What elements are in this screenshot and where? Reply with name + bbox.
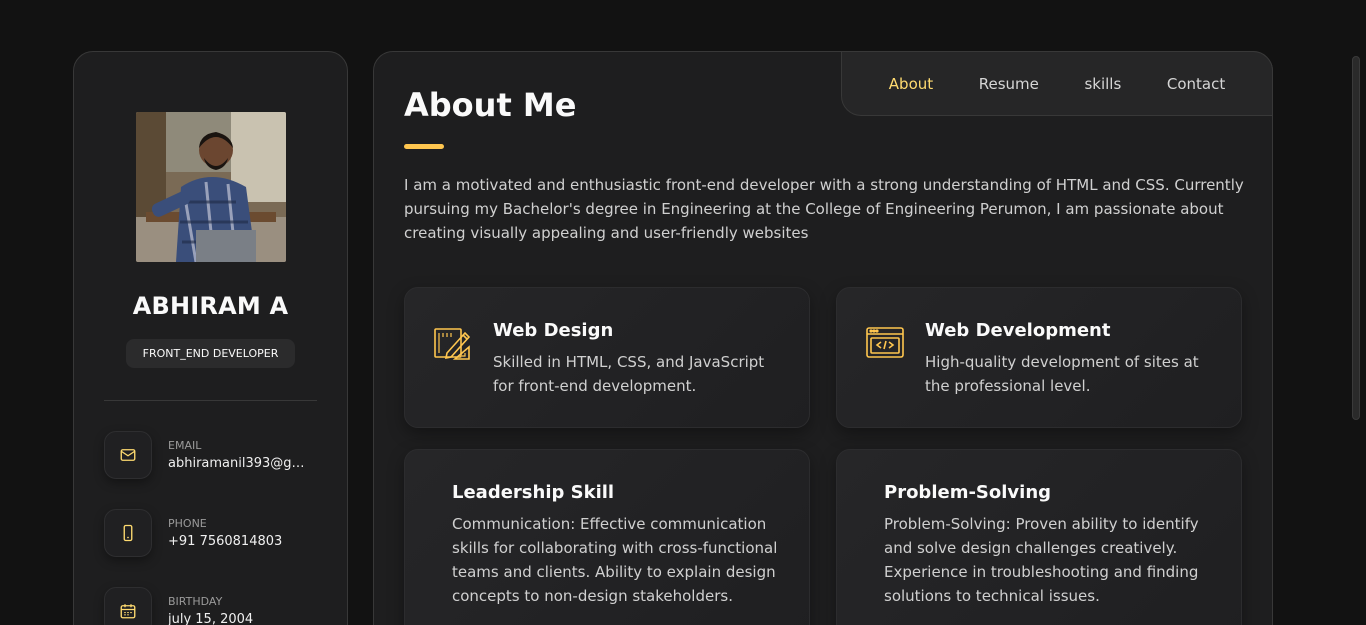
service-title: Web Development — [925, 320, 1111, 341]
sidebar-separator — [104, 400, 317, 401]
service-text: Communication: Effective communication s… — [452, 515, 778, 605]
contact-label: PHONE — [168, 517, 207, 530]
sidebar: ABHIRAM A FRONT_END DEVELOPER EMAIL abhi… — [73, 51, 348, 625]
mail-icon — [104, 431, 152, 479]
service-title: Leadership Skill — [452, 482, 615, 503]
phone-icon — [104, 509, 152, 557]
contact-item-birthday: BIRTHDAY july 15, 2004 — [104, 587, 317, 625]
service-text: Skilled in HTML, CSS, and JavaScript for… — [493, 353, 765, 395]
nav-skills[interactable]: skills — [1084, 75, 1121, 93]
portfolio-page: ABHIRAM A FRONT_END DEVELOPER EMAIL abhi… — [0, 0, 1366, 625]
email-link[interactable]: abhiramanil393@gmail.com — [168, 456, 310, 471]
services-grid: Web Design Skilled in HTML, CSS, and Jav… — [404, 287, 1242, 625]
service-card-leadership: Leadership Skill Communication: Effectiv… — [404, 449, 810, 625]
avatar — [135, 112, 286, 262]
contact-label: BIRTHDAY — [168, 595, 223, 608]
nav-contact[interactable]: Contact — [1167, 75, 1225, 93]
calendar-icon — [104, 587, 152, 625]
service-card-web-design: Web Design Skilled in HTML, CSS, and Jav… — [404, 287, 810, 428]
page-scrollbar[interactable] — [1352, 56, 1360, 420]
service-card-problem-solving: Problem-Solving Problem-Solving: Proven … — [836, 449, 1242, 625]
service-text: High-quality development of sites at the… — [925, 353, 1199, 395]
about-text: I am a motivated and enthusiastic front-… — [404, 176, 1244, 242]
title-underline — [404, 144, 444, 149]
nav-about[interactable]: About — [889, 75, 933, 93]
contact-item-phone: PHONE +91 7560814803 — [104, 509, 317, 557]
phone-link[interactable]: +91 7560814803 — [168, 534, 310, 549]
contact-label: EMAIL — [168, 439, 202, 452]
profile-name: ABHIRAM A — [132, 292, 289, 320]
service-title: Web Design — [493, 320, 614, 341]
navbar: About Resume skills Contact — [841, 51, 1273, 116]
birthday-value: july 15, 2004 — [168, 612, 254, 625]
service-title: Problem-Solving — [884, 482, 1052, 503]
main-panel: About Resume skills Contact About Me I a… — [373, 51, 1273, 625]
design-pencil-icon — [433, 323, 473, 363]
service-text: Problem-Solving: Proven ability to ident… — [884, 515, 1199, 605]
nav-resume[interactable]: Resume — [979, 75, 1039, 93]
role-badge: FRONT_END DEVELOPER — [126, 339, 295, 368]
service-card-web-development: Web Development High-quality development… — [836, 287, 1242, 428]
contact-item-email: EMAIL abhiramanil393@gmail.com — [104, 431, 317, 479]
code-window-icon — [865, 323, 905, 363]
